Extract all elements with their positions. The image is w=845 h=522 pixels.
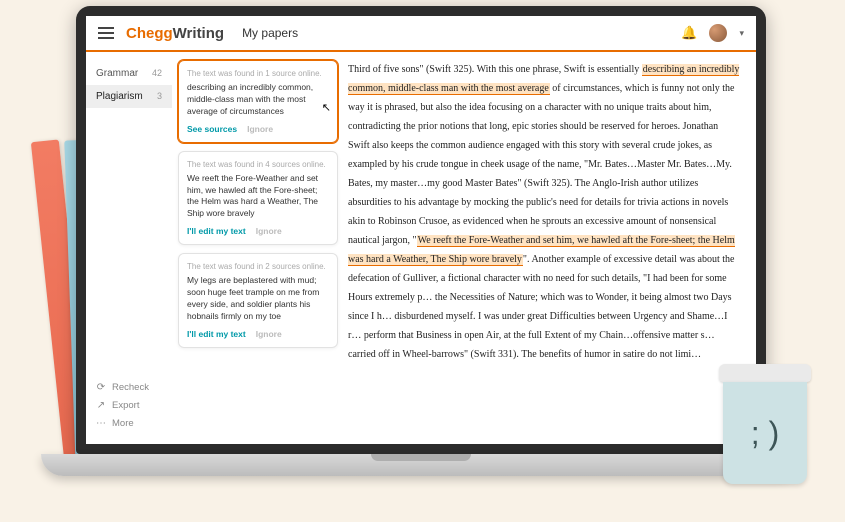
laptop-frame: CheggWriting My papers 🔔 ▾ Grammar 42 P (76, 6, 766, 486)
card-source: The text was found in 1 source online. (187, 69, 329, 78)
sidebar-item-count: 42 (152, 68, 162, 79)
card-source: The text was found in 2 sources online. (187, 262, 329, 271)
more-icon: ⋯ (96, 418, 106, 429)
doc-span: Third of five sons" (Swift 325). With th… (348, 64, 642, 75)
card-text: My legs are beplastered with mud; soon h… (187, 275, 329, 323)
sidebar-footer: ⟳Recheck ↗Export ⋯More (86, 374, 172, 444)
app-screen: CheggWriting My papers 🔔 ▾ Grammar 42 P (86, 16, 756, 444)
export-icon: ↗ (96, 400, 106, 411)
header-right: 🔔 ▾ (681, 24, 744, 42)
bell-icon[interactable]: 🔔 (681, 25, 697, 41)
ignore-link[interactable]: Ignore (256, 329, 282, 339)
cup-lid (719, 364, 811, 382)
card-actions: I'll edit my text Ignore (187, 226, 329, 236)
edit-text-link[interactable]: I'll edit my text (187, 226, 246, 236)
ignore-link[interactable]: Ignore (256, 226, 282, 236)
see-sources-link[interactable]: See sources (187, 124, 237, 134)
chevron-down-icon[interactable]: ▾ (739, 28, 744, 39)
card-text: describing an incredibly common, middle-… (187, 82, 329, 118)
sidebar-item-plagiarism[interactable]: Plagiarism 3 (86, 85, 172, 108)
more-button[interactable]: ⋯More (96, 418, 162, 429)
brand-logo[interactable]: CheggWriting (126, 25, 224, 42)
sidebar-item-label: Plagiarism (96, 91, 143, 102)
issue-card[interactable]: The text was found in 1 source online. d… (178, 60, 338, 143)
card-source: The text was found in 4 sources online. (187, 160, 329, 169)
sidebar-item-grammar[interactable]: Grammar 42 (86, 62, 172, 85)
sidebar-item-label: Grammar (96, 68, 138, 79)
sidebar-item-count: 3 (157, 91, 162, 102)
card-actions: I'll edit my text Ignore (187, 329, 329, 339)
coffee-cup: ; ) (719, 364, 811, 484)
recheck-button[interactable]: ⟳Recheck (96, 382, 162, 393)
ignore-link[interactable]: Ignore (247, 124, 273, 134)
document-text[interactable]: Third of five sons" (Swift 325). With th… (344, 52, 756, 444)
cursor-icon: ↖ (322, 101, 331, 114)
card-text: We reeft the Fore-Weather and set him, w… (187, 173, 329, 221)
cup-body: ; ) (723, 382, 807, 484)
nav-my-papers[interactable]: My papers (242, 26, 298, 40)
cup-face: ; ) (751, 415, 779, 452)
main-content: Grammar 42 Plagiarism 3 ⟳Recheck ↗Export… (86, 52, 756, 444)
issue-card[interactable]: The text was found in 2 sources online. … (178, 253, 338, 348)
avatar[interactable] (709, 24, 727, 42)
screen-bezel: CheggWriting My papers 🔔 ▾ Grammar 42 P (76, 6, 766, 454)
brand-secondary: Writing (173, 25, 224, 42)
laptop-base (41, 454, 801, 476)
sidebar: Grammar 42 Plagiarism 3 ⟳Recheck ↗Export… (86, 52, 172, 444)
laptop-notch (371, 454, 471, 461)
menu-icon[interactable] (98, 27, 114, 39)
card-actions: See sources Ignore (187, 124, 329, 134)
doc-span: of circumstances, which is funny not onl… (348, 83, 734, 246)
issue-card[interactable]: The text was found in 4 sources online. … (178, 151, 338, 246)
brand-primary: Chegg (126, 25, 173, 42)
refresh-icon: ⟳ (96, 382, 106, 393)
edit-text-link[interactable]: I'll edit my text (187, 329, 246, 339)
doc-span: ". Another example of excessive detail w… (348, 254, 734, 360)
app-header: CheggWriting My papers 🔔 ▾ (86, 16, 756, 52)
issue-cards: The text was found in 1 source online. d… (172, 52, 344, 444)
export-button[interactable]: ↗Export (96, 400, 162, 411)
